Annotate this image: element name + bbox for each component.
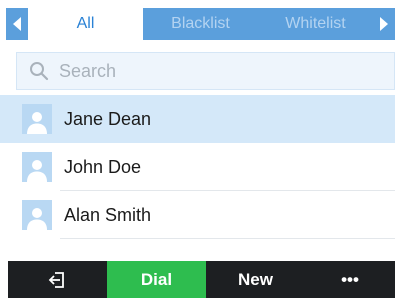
tab-scroll-right-button[interactable] — [373, 8, 395, 40]
contact-name: Jane Dean — [64, 108, 152, 129]
contact-name: Alan Smith — [64, 204, 152, 225]
search-input[interactable] — [59, 60, 359, 82]
tab-scroll-left-button[interactable] — [6, 8, 28, 40]
avatar — [22, 152, 52, 182]
tab-whitelist[interactable]: Whitelist — [258, 8, 373, 40]
chevron-left-icon — [13, 17, 21, 31]
contact-row[interactable]: Alan Smith — [0, 191, 395, 239]
contact-row[interactable]: Jane Dean — [0, 95, 395, 143]
person-icon — [27, 160, 47, 182]
tab-blacklist[interactable]: Blacklist — [143, 8, 258, 40]
new-button[interactable]: New — [206, 261, 305, 298]
more-button[interactable]: ••• — [305, 261, 395, 298]
contact-name: John Doe — [64, 156, 142, 177]
tab-bar: All Blacklist Whitelist — [6, 8, 395, 40]
back-button[interactable] — [8, 261, 107, 298]
avatar — [22, 200, 52, 230]
dial-button[interactable]: Dial — [107, 261, 206, 298]
tabs: All Blacklist Whitelist — [28, 8, 373, 40]
exit-icon — [48, 271, 64, 288]
avatar — [22, 104, 52, 134]
contact-row[interactable]: John Doe — [0, 143, 395, 191]
person-icon — [27, 208, 47, 230]
chevron-right-icon — [380, 17, 388, 31]
tab-all[interactable]: All — [28, 8, 143, 40]
person-icon — [27, 112, 47, 134]
search-box[interactable] — [16, 52, 395, 90]
contact-list: Jane Dean John Doe Alan Smith — [0, 95, 395, 239]
softkey-bar: Dial New ••• — [8, 261, 395, 298]
search-icon — [30, 62, 49, 81]
